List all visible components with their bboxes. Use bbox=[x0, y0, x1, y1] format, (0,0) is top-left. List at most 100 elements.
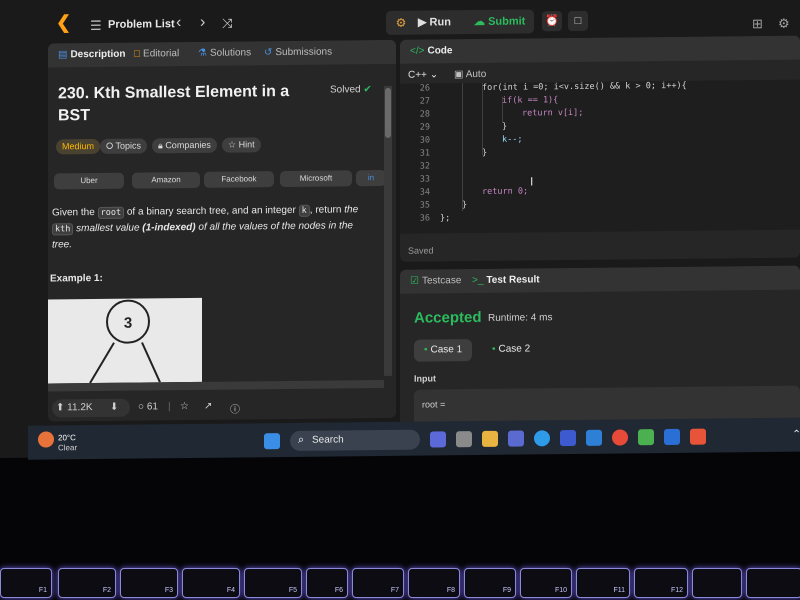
scroll-thumb[interactable] bbox=[385, 87, 391, 138]
weather-icon[interactable] bbox=[38, 431, 54, 448]
line-number: 34 bbox=[419, 187, 430, 198]
pass-dot-icon: • bbox=[424, 344, 428, 356]
run-button[interactable]: ▶ Run bbox=[418, 12, 451, 32]
description-tabs: ▤ Description □ Editorial ⚗ Solutions ↺ Subm… bbox=[48, 39, 396, 68]
alarm-icon[interactable]: ⏰ bbox=[542, 11, 562, 32]
autosave-indicator: ▣ Auto bbox=[454, 68, 487, 81]
brave-icon[interactable] bbox=[690, 428, 706, 445]
problem-description: Given the root of a binary search tree, … bbox=[52, 204, 359, 251]
tree-diagram: 3 bbox=[89, 299, 161, 384]
key-f4: F4 bbox=[182, 568, 240, 598]
weather-temp[interactable]: 20°C bbox=[58, 433, 76, 442]
description-panel: ▤ Description □ Editorial ⚗ Solutions ↺ Subm… bbox=[48, 39, 396, 422]
difficulty-badge: Medium bbox=[56, 138, 101, 155]
cloud-upload-icon: ☁ bbox=[474, 15, 485, 29]
line-number: 36 bbox=[419, 213, 430, 224]
star-icon[interactable]: ☆ bbox=[180, 401, 189, 412]
comment-icon: ○ bbox=[138, 401, 145, 413]
tab-submissions[interactable]: ↺ Submissions bbox=[264, 47, 332, 59]
line-number: 26 bbox=[419, 83, 430, 94]
chrome-icon[interactable] bbox=[612, 429, 628, 446]
company-facebook[interactable]: Facebook bbox=[204, 171, 274, 188]
indent-guide bbox=[462, 83, 463, 212]
chevron-up-icon[interactable]: ⌃ bbox=[792, 428, 800, 441]
key-insert bbox=[692, 568, 742, 598]
code-line: if(k == 1){ bbox=[502, 95, 559, 106]
linkedin-icon[interactable] bbox=[664, 428, 680, 446]
code-editor[interactable]: 26 for(int i =0; i<v.size() && k > 0; i+… bbox=[400, 79, 800, 234]
edge-icon[interactable] bbox=[534, 430, 550, 447]
submit-button[interactable]: ☁ Submit bbox=[474, 11, 525, 32]
mail-icon[interactable] bbox=[586, 429, 602, 446]
weather-condition[interactable]: Clear bbox=[58, 443, 77, 452]
file-explorer-icon[interactable] bbox=[482, 430, 498, 447]
key-delete bbox=[746, 568, 800, 598]
line-number: 31 bbox=[419, 148, 430, 159]
language-select[interactable]: C++ ⌄ bbox=[408, 69, 438, 80]
task-view-icon[interactable] bbox=[456, 431, 472, 448]
code-panel: </> Code C++ ⌄ ▣ Auto 26 for(int i =0; i<… bbox=[400, 35, 800, 262]
company-linkedin[interactable]: in bbox=[356, 169, 386, 187]
book-icon: □ bbox=[134, 48, 141, 60]
company-uber[interactable]: Uber bbox=[54, 172, 124, 190]
terminal-icon: >_ bbox=[472, 274, 484, 287]
key-f12: F12 bbox=[634, 568, 688, 598]
run-label: Run bbox=[429, 16, 451, 29]
key-f3: F3 bbox=[120, 568, 178, 598]
dislike-icon[interactable]: ⬇ bbox=[110, 402, 118, 413]
lightbulb-icon: ☆ bbox=[228, 139, 237, 150]
tab-solutions[interactable]: ⚗ Solutions bbox=[198, 47, 251, 59]
lock-icon: 🔒︎ bbox=[158, 140, 163, 151]
help-icon[interactable]: ⓘ bbox=[230, 400, 240, 415]
tree-node-label: 3 bbox=[124, 315, 132, 332]
tab-editorial[interactable]: □ Editorial bbox=[134, 48, 179, 59]
case-2-tab[interactable]: • Case 2 bbox=[482, 338, 540, 361]
app-icon[interactable] bbox=[638, 429, 654, 446]
key-f10: F10 bbox=[520, 568, 572, 598]
indent-guide bbox=[482, 82, 483, 155]
tab-testcase[interactable]: ☑ Testcase bbox=[410, 275, 461, 287]
result-tabs: ☑ Testcase >_ Test Result bbox=[400, 265, 800, 294]
topics-tag[interactable]: ⭘ Topics bbox=[100, 138, 148, 154]
shuffle-icon[interactable]: ⤨ bbox=[222, 16, 232, 32]
next-problem-icon[interactable]: › bbox=[200, 14, 205, 32]
tab-test-result[interactable]: >_ Test Result bbox=[472, 274, 540, 286]
input-label: Input bbox=[414, 373, 436, 384]
companies-tag[interactable]: 🔒︎ Companies bbox=[152, 137, 217, 154]
code-root: root bbox=[97, 206, 125, 219]
debug-icon[interactable]: ⚙ bbox=[388, 13, 414, 33]
code-tab[interactable]: </> Code bbox=[410, 45, 452, 56]
store-icon[interactable] bbox=[560, 429, 576, 447]
key-f1: F1 bbox=[0, 568, 52, 598]
vertical-scrollbar[interactable] bbox=[384, 85, 392, 376]
teams-icon[interactable] bbox=[508, 430, 524, 447]
test-result-panel: ☑ Testcase >_ Test Result Accepted Runtime… bbox=[400, 265, 800, 428]
flask-icon: ⚗ bbox=[198, 47, 207, 59]
prev-problem-icon[interactable]: ‹ bbox=[176, 14, 181, 32]
copilot-icon[interactable] bbox=[430, 431, 446, 448]
comments-button[interactable]: ○ 61 bbox=[138, 401, 158, 412]
code-tabs: </> Code bbox=[400, 35, 800, 64]
hint-tag[interactable]: ☆ Hint bbox=[222, 137, 261, 153]
layout-icon[interactable]: ⊞ bbox=[752, 16, 763, 32]
key-f5: F5 bbox=[244, 568, 302, 598]
company-amazon[interactable]: Amazon bbox=[132, 171, 200, 189]
line-number: 28 bbox=[419, 109, 430, 120]
notes-icon[interactable]: □ bbox=[568, 10, 588, 32]
share-icon[interactable]: ↗ bbox=[204, 401, 212, 412]
key-f9: F9 bbox=[464, 568, 516, 598]
line-number: 30 bbox=[419, 135, 430, 146]
document-icon: ▤ bbox=[58, 49, 68, 61]
start-icon[interactable] bbox=[264, 433, 280, 450]
tab-description[interactable]: ▤ Description bbox=[58, 49, 125, 61]
laptop-screen: ❮ ☰ Problem List ‹ › ⤨ ⚙ ▶ Run ☁ Submit … bbox=[0, 0, 800, 460]
problem-list-link[interactable]: Problem List bbox=[108, 18, 175, 31]
like-button[interactable]: ⬆ 11.2K bbox=[56, 402, 93, 413]
settings-icon[interactable]: ⚙ bbox=[778, 16, 790, 32]
example-tree-image: 3 bbox=[48, 297, 202, 384]
line-number: 35 bbox=[419, 200, 430, 211]
company-microsoft[interactable]: Microsoft bbox=[280, 170, 352, 188]
leetcode-logo-icon[interactable]: ❮ bbox=[56, 12, 74, 32]
case-1-tab[interactable]: • Case 1 bbox=[414, 339, 473, 362]
taskbar-search[interactable]: ⌕ Search bbox=[290, 429, 420, 451]
